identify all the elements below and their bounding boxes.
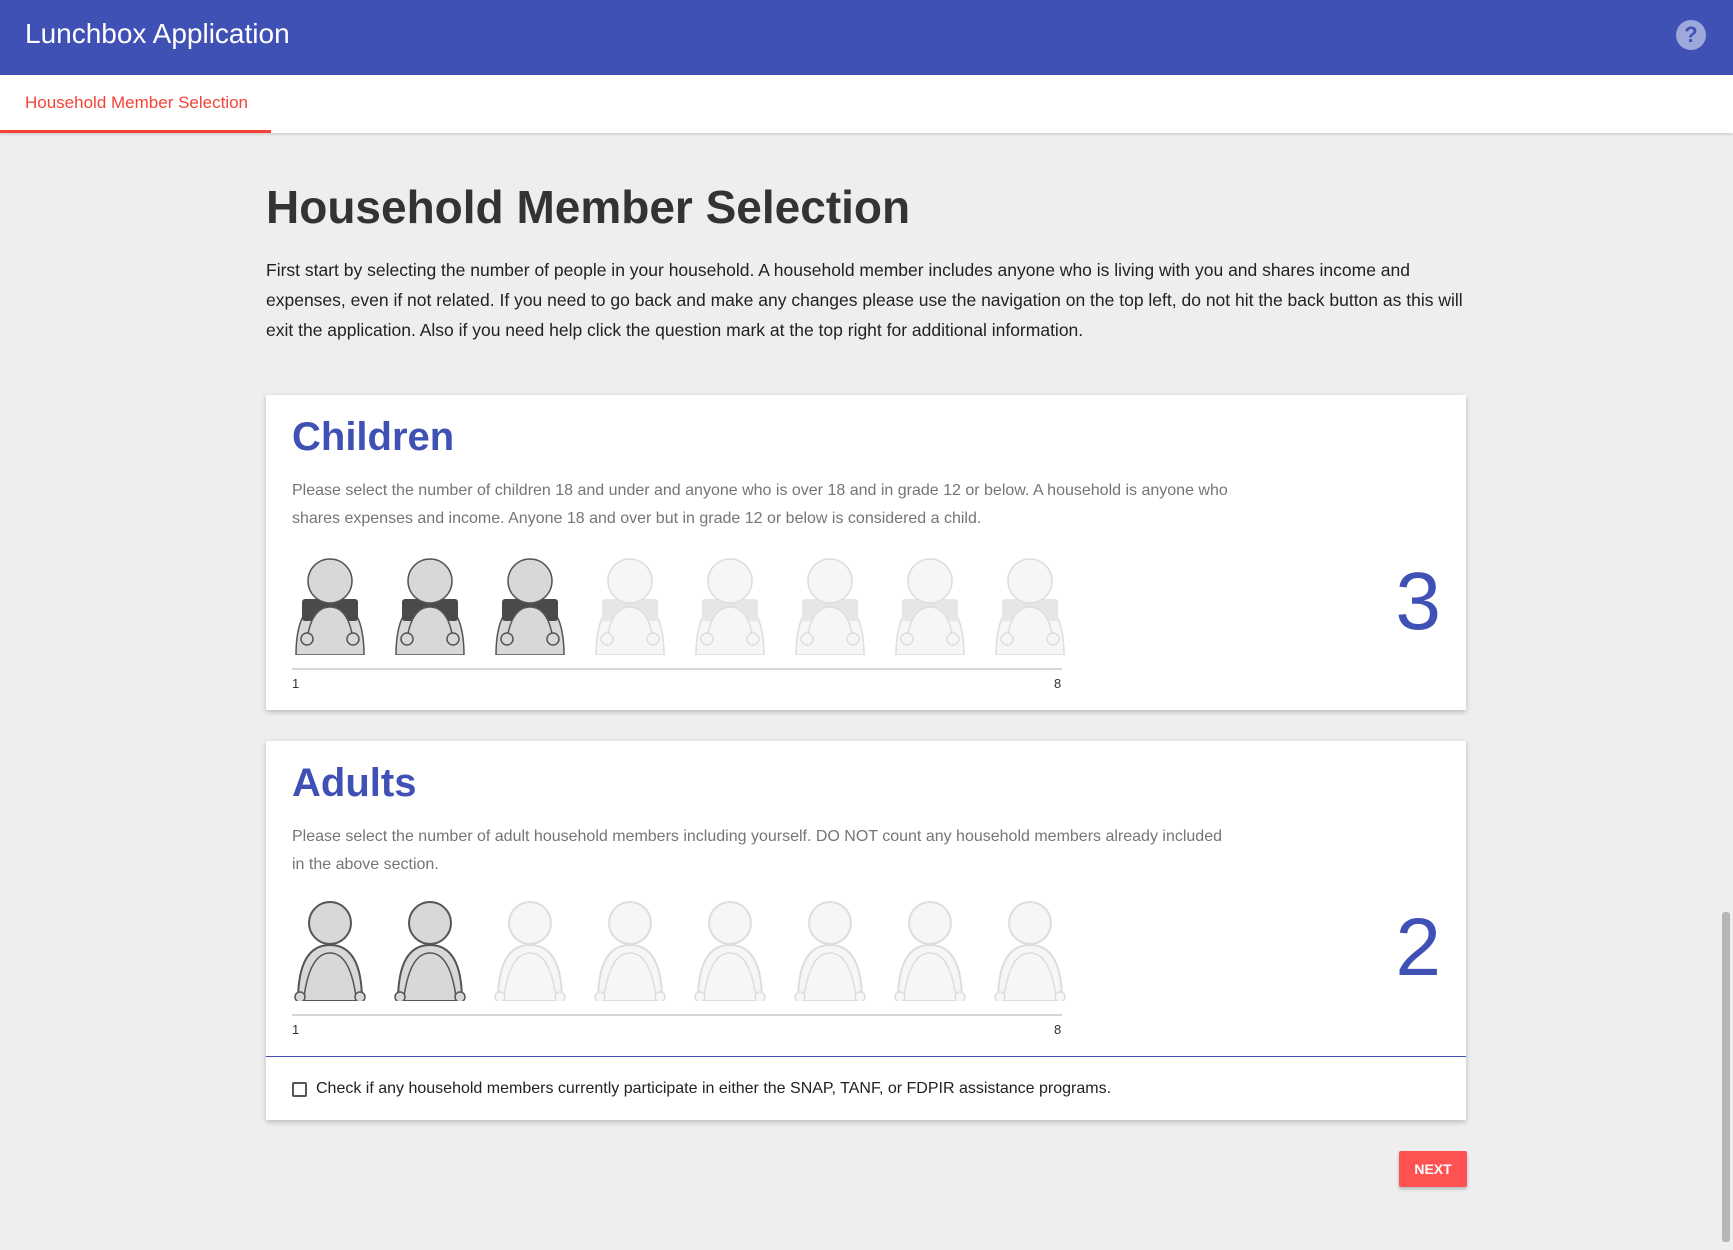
child-figure-icon[interactable] xyxy=(990,555,1070,656)
adults-slider-min-label: 1 xyxy=(292,1022,300,1037)
adult-figure-icon[interactable] xyxy=(390,901,470,1003)
adults-card: Adults Please select the number of adult… xyxy=(266,741,1466,1120)
adults-selector[interactable] xyxy=(290,901,1070,1003)
tab-bar: Household Member Selection xyxy=(0,75,1733,133)
adult-figure-icon[interactable] xyxy=(790,901,870,1003)
app-bar: Lunchbox Application ? xyxy=(0,0,1733,75)
tab-label: Household Member Selection xyxy=(25,93,249,112)
adult-figure-icon[interactable] xyxy=(990,901,1070,1003)
help-icon[interactable]: ? xyxy=(1676,20,1706,50)
adult-figure-icon[interactable] xyxy=(690,901,770,1003)
child-figure-icon[interactable] xyxy=(290,555,370,656)
adult-figure-icon[interactable] xyxy=(890,901,970,1003)
child-figure-icon[interactable] xyxy=(390,555,470,656)
child-figure-icon[interactable] xyxy=(790,555,870,656)
adults-description: Please select the number of adult househ… xyxy=(292,828,1222,873)
page-title: Household Member Selection xyxy=(266,181,911,233)
children-count: 3 xyxy=(1395,556,1441,647)
child-figure-icon[interactable] xyxy=(490,555,570,656)
adult-figure-icon[interactable] xyxy=(490,901,570,1003)
assistance-checkbox[interactable] xyxy=(292,1082,307,1097)
children-description: Please select the number of children 18 … xyxy=(292,482,1228,527)
adults-slider-track[interactable] xyxy=(292,1014,1062,1016)
assistance-checkbox-label: Check if any household members currently… xyxy=(316,1080,1112,1097)
children-heading: Children xyxy=(292,415,455,459)
divider xyxy=(266,1056,1466,1057)
adults-slider-max-label: 8 xyxy=(1054,1022,1062,1037)
app-title: Lunchbox Application xyxy=(25,18,290,49)
intro-text: First start by selecting the number of p… xyxy=(266,260,1463,340)
scrollbar[interactable] xyxy=(1722,912,1730,1242)
children-selector[interactable] xyxy=(290,555,1070,656)
children-card: Children Please select the number of chi… xyxy=(266,395,1466,710)
child-figure-icon[interactable] xyxy=(690,555,770,656)
adults-heading: Adults xyxy=(292,761,417,805)
children-slider-max-label: 8 xyxy=(1054,676,1062,691)
children-slider-min-label: 1 xyxy=(292,676,300,691)
next-button[interactable]: NEXT xyxy=(1399,1151,1467,1187)
child-figure-icon[interactable] xyxy=(890,555,970,656)
adult-figure-icon[interactable] xyxy=(290,901,370,1003)
adult-figure-icon[interactable] xyxy=(590,901,670,1003)
children-slider-track[interactable] xyxy=(292,668,1062,670)
tab-household-member-selection[interactable]: Household Member Selection xyxy=(0,75,271,133)
adults-count: 2 xyxy=(1395,902,1441,993)
child-figure-icon[interactable] xyxy=(590,555,670,656)
